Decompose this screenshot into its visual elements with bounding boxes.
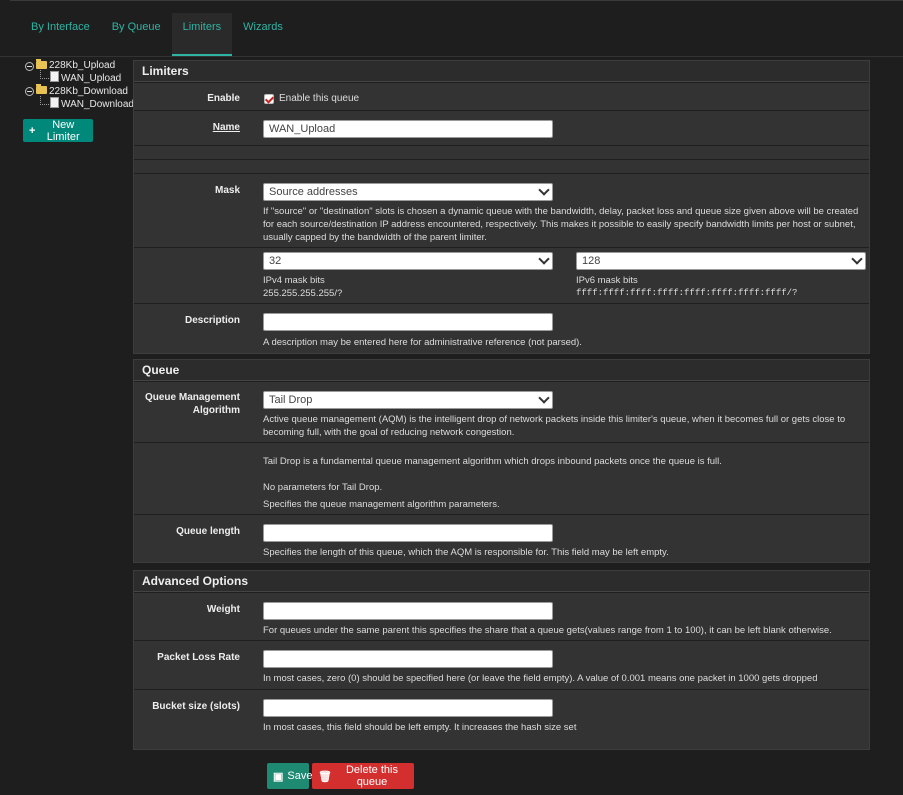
- queue-length-row: Queue length Specifies the length of thi…: [134, 514, 869, 563]
- file-icon: [50, 71, 59, 82]
- ipv6-mask-select[interactable]: 128: [576, 252, 866, 270]
- tree-node-228kb-download[interactable]: 228Kb_Download: [49, 86, 128, 98]
- mask-select[interactable]: Source addresses: [263, 183, 553, 201]
- save-icon: ▣: [273, 770, 284, 783]
- top-bar: By Interface By Queue Limiters Wizards: [0, 0, 903, 58]
- qma-help: Active queue management (AQM) is the int…: [263, 414, 846, 438]
- qma-params-row: Tail Drop is a fundamental queue managem…: [134, 442, 869, 514]
- delete-label: Delete this queue: [345, 764, 398, 788]
- tab-bar: By Interface By Queue Limiters Wizards: [20, 0, 294, 58]
- name-label: Name: [212, 122, 240, 133]
- chevron-down-icon: [538, 392, 550, 404]
- weight-help: For queues under the same parent this sp…: [263, 625, 832, 636]
- no-params-text: No parameters for Tail Drop.: [263, 482, 383, 493]
- new-limiter-button[interactable]: + New Limiter: [23, 118, 93, 143]
- packet-loss-input[interactable]: [263, 650, 553, 668]
- tab-separator: [0, 56, 903, 57]
- tree-node-wan-upload[interactable]: WAN_Upload: [61, 73, 121, 85]
- description-row: Description A description may be entered…: [134, 303, 869, 354]
- weight-input[interactable]: [263, 602, 553, 620]
- queue-length-label: Queue length: [176, 526, 240, 537]
- queue-heading: Queue: [134, 360, 869, 381]
- mask-help: If "source" or "destination" slots is ch…: [263, 206, 859, 243]
- ipv6-mask-text: ffff:ffff:ffff:ffff:ffff:ffff:ffff:ffff/…: [576, 288, 798, 298]
- tab-limiters[interactable]: Limiters: [171, 13, 233, 56]
- bucket-size-help: In most cases, this field should be left…: [263, 722, 577, 733]
- qma-label-2: Algorithm: [192, 405, 240, 416]
- trash-icon: 🗑: [318, 770, 332, 783]
- ipv4-mask-text: 255.255.255.255/?: [263, 288, 343, 299]
- taildrop-info: Tail Drop is a fundamental queue managem…: [263, 456, 722, 467]
- save-button[interactable]: ▣ Save: [267, 763, 313, 789]
- folder-icon: [36, 84, 47, 94]
- mask-select-value: Source addresses: [269, 186, 358, 198]
- enable-checkbox[interactable]: [264, 94, 274, 104]
- enable-label: Enable: [207, 93, 240, 104]
- folder-icon: [36, 59, 47, 69]
- description-label: Description: [184, 315, 240, 326]
- collapse-icon[interactable]: [25, 87, 34, 96]
- name-input[interactable]: WAN_Upload: [263, 120, 553, 138]
- tab-by-queue[interactable]: By Queue: [101, 13, 172, 55]
- spacer-row: [134, 145, 869, 159]
- queue-length-help: Specifies the length of this queue, whic…: [263, 547, 669, 558]
- mask-label: Mask: [214, 185, 240, 196]
- enable-checkbox-label: Enable this queue: [279, 93, 360, 104]
- bucket-size-label: Bucket size (slots): [152, 701, 240, 712]
- name-row: Name WAN_Upload: [134, 110, 869, 145]
- weight-label: Weight: [206, 604, 240, 615]
- save-label: Save: [287, 770, 313, 782]
- queue-length-input[interactable]: [263, 524, 553, 542]
- advanced-panel: Advanced Options Weight For queues under…: [133, 570, 870, 750]
- chevron-down-icon: [538, 184, 550, 196]
- packet-loss-help: In most cases, zero (0) should be specif…: [263, 673, 818, 684]
- ipv4-mask-select[interactable]: 32: [263, 252, 553, 270]
- chevron-down-icon: [851, 253, 863, 265]
- params-help: Specifies the queue management algorithm…: [263, 499, 500, 510]
- advanced-heading: Advanced Options: [134, 571, 869, 592]
- plus-icon: +: [29, 124, 36, 137]
- qma-select-value: Tail Drop: [269, 394, 313, 406]
- bucket-size-row: Bucket size (slots) In most cases, this …: [134, 689, 869, 737]
- ipv4-mask-value: 32: [269, 255, 282, 267]
- queue-panel: Queue Queue Management Algorithm Tail Dr…: [133, 359, 870, 563]
- mask-row: Mask Source addresses If "source" or "de…: [134, 173, 869, 247]
- qma-label-1: Queue Management: [144, 392, 240, 403]
- weight-row: Weight For queues under the same parent …: [134, 592, 869, 640]
- ipv6-mask-help: IPv6 mask bits: [576, 275, 638, 286]
- description-help: A description may be entered here for ad…: [263, 337, 582, 348]
- qma-select[interactable]: Tail Drop: [263, 391, 553, 409]
- ipv4-mask-help: IPv4 mask bits: [263, 275, 325, 286]
- packet-loss-label: Packet Loss Rate: [157, 652, 240, 663]
- limiters-panel: Limiters Enable Enable this queue Name W…: [133, 60, 870, 354]
- qma-row: Queue Management Algorithm Tail Drop Act…: [134, 381, 869, 442]
- spacer-row: [134, 159, 869, 173]
- mask-bits-row: 32 IPv4 mask bits 255.255.255.255/? 128 …: [134, 247, 869, 303]
- bucket-size-input[interactable]: [263, 699, 553, 717]
- enable-row: Enable Enable this queue: [134, 82, 869, 110]
- tab-by-interface[interactable]: By Interface: [20, 13, 101, 55]
- tab-wizards[interactable]: Wizards: [232, 13, 294, 55]
- chevron-down-icon: [538, 253, 550, 265]
- collapse-icon[interactable]: [25, 62, 34, 71]
- new-limiter-label: New Limiter: [46, 118, 80, 143]
- limiters-heading: Limiters: [134, 61, 869, 82]
- ipv6-mask-value: 128: [582, 255, 601, 267]
- file-icon: [50, 97, 59, 108]
- tree-node-wan-download[interactable]: WAN_Download: [61, 99, 134, 111]
- delete-queue-button[interactable]: 🗑 Delete this queue: [312, 763, 414, 789]
- packet-loss-row: Packet Loss Rate In most cases, zero (0)…: [134, 640, 869, 689]
- description-input[interactable]: [263, 313, 553, 331]
